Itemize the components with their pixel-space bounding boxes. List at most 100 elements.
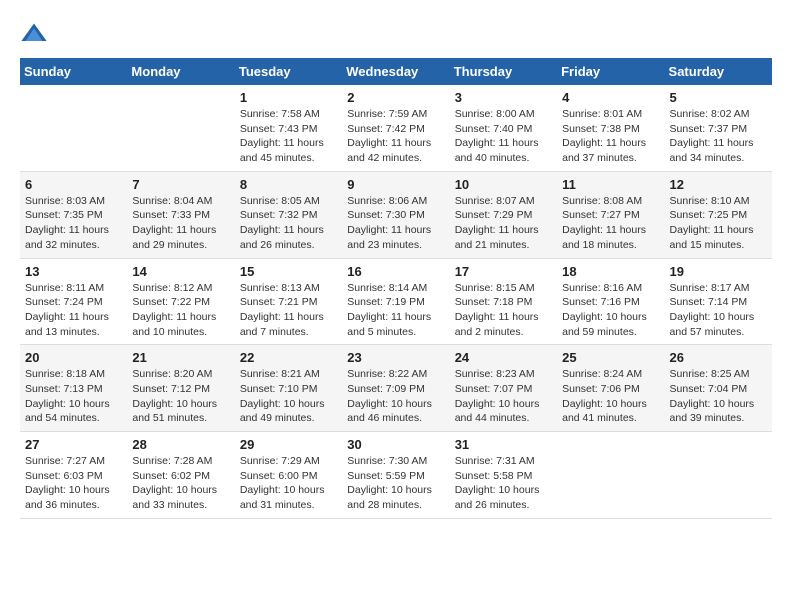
day-info: Sunrise: 8:21 AM Sunset: 7:10 PM Dayligh… [240,367,337,426]
day-info: Sunrise: 8:05 AM Sunset: 7:32 PM Dayligh… [240,194,337,253]
day-info: Sunrise: 8:20 AM Sunset: 7:12 PM Dayligh… [132,367,229,426]
day-info: Sunrise: 8:07 AM Sunset: 7:29 PM Dayligh… [455,194,552,253]
day-number: 18 [562,264,659,279]
day-number: 5 [670,90,767,105]
day-number: 15 [240,264,337,279]
weekday-header: Sunday [20,58,127,85]
weekday-header: Saturday [665,58,772,85]
calendar-cell: 26 Sunrise: 8:25 AM Sunset: 7:04 PM Dayli… [665,345,772,432]
calendar-cell: 21 Sunrise: 8:20 AM Sunset: 7:12 PM Dayli… [127,345,234,432]
calendar-cell: 13 Sunrise: 8:11 AM Sunset: 7:24 PM Dayli… [20,258,127,345]
day-info: Sunrise: 8:16 AM Sunset: 7:16 PM Dayligh… [562,281,659,340]
day-info: Sunrise: 8:00 AM Sunset: 7:40 PM Dayligh… [455,107,552,166]
day-info: Sunrise: 7:29 AM Sunset: 6:00 PM Dayligh… [240,454,337,513]
calendar-table: SundayMondayTuesdayWednesdayThursdayFrid… [20,58,772,519]
day-number: 31 [455,437,552,452]
weekday-header: Friday [557,58,664,85]
day-number: 12 [670,177,767,192]
calendar-week-row: 20 Sunrise: 8:18 AM Sunset: 7:13 PM Dayli… [20,345,772,432]
day-info: Sunrise: 8:03 AM Sunset: 7:35 PM Dayligh… [25,194,122,253]
day-info: Sunrise: 8:25 AM Sunset: 7:04 PM Dayligh… [670,367,767,426]
calendar-cell: 30 Sunrise: 7:30 AM Sunset: 5:59 PM Dayli… [342,432,449,519]
calendar-week-row: 13 Sunrise: 8:11 AM Sunset: 7:24 PM Dayli… [20,258,772,345]
calendar-cell: 17 Sunrise: 8:15 AM Sunset: 7:18 PM Dayli… [450,258,557,345]
calendar-cell: 19 Sunrise: 8:17 AM Sunset: 7:14 PM Dayli… [665,258,772,345]
calendar-cell: 5 Sunrise: 8:02 AM Sunset: 7:37 PM Daylig… [665,85,772,171]
calendar-cell: 1Sunrise: 7:58 AM Sunset: 7:43 PM Daylig… [235,85,342,171]
calendar-cell: 28Sunrise: 7:28 AM Sunset: 6:02 PM Dayli… [127,432,234,519]
day-info: Sunrise: 7:59 AM Sunset: 7:42 PM Dayligh… [347,107,444,166]
day-info: Sunrise: 8:23 AM Sunset: 7:07 PM Dayligh… [455,367,552,426]
day-info: Sunrise: 8:15 AM Sunset: 7:18 PM Dayligh… [455,281,552,340]
day-info: Sunrise: 7:27 AM Sunset: 6:03 PM Dayligh… [25,454,122,513]
day-number: 13 [25,264,122,279]
calendar-cell: 10Sunrise: 8:07 AM Sunset: 7:29 PM Dayli… [450,171,557,258]
day-number: 30 [347,437,444,452]
calendar-cell: 2 Sunrise: 7:59 AM Sunset: 7:42 PM Daylig… [342,85,449,171]
day-number: 29 [240,437,337,452]
calendar-cell: 6 Sunrise: 8:03 AM Sunset: 7:35 PM Daylig… [20,171,127,258]
calendar-cell: 22 Sunrise: 8:21 AM Sunset: 7:10 PM Dayli… [235,345,342,432]
day-number: 3 [455,90,552,105]
calendar-cell [665,432,772,519]
weekday-header: Tuesday [235,58,342,85]
day-info: Sunrise: 8:22 AM Sunset: 7:09 PM Dayligh… [347,367,444,426]
calendar-cell: 11Sunrise: 8:08 AM Sunset: 7:27 PM Dayli… [557,171,664,258]
day-info: Sunrise: 8:11 AM Sunset: 7:24 PM Dayligh… [25,281,122,340]
day-number: 24 [455,350,552,365]
day-number: 19 [670,264,767,279]
calendar-cell: 24 Sunrise: 8:23 AM Sunset: 7:07 PM Dayli… [450,345,557,432]
page-header [20,20,772,48]
calendar-cell: 9 Sunrise: 8:06 AM Sunset: 7:30 PM Daylig… [342,171,449,258]
day-number: 9 [347,177,444,192]
calendar-cell: 27 Sunrise: 7:27 AM Sunset: 6:03 PM Dayli… [20,432,127,519]
day-info: Sunrise: 7:28 AM Sunset: 6:02 PM Dayligh… [132,454,229,513]
day-number: 27 [25,437,122,452]
weekday-header: Monday [127,58,234,85]
calendar-week-row: 6 Sunrise: 8:03 AM Sunset: 7:35 PM Daylig… [20,171,772,258]
calendar-cell [127,85,234,171]
logo [20,20,52,48]
calendar-cell: 12Sunrise: 8:10 AM Sunset: 7:25 PM Dayli… [665,171,772,258]
day-info: Sunrise: 7:31 AM Sunset: 5:58 PM Dayligh… [455,454,552,513]
calendar-cell [557,432,664,519]
day-number: 21 [132,350,229,365]
day-number: 8 [240,177,337,192]
day-number: 20 [25,350,122,365]
calendar-cell: 7Sunrise: 8:04 AM Sunset: 7:33 PM Daylig… [127,171,234,258]
day-number: 17 [455,264,552,279]
day-number: 25 [562,350,659,365]
day-number: 7 [132,177,229,192]
calendar-cell: 20 Sunrise: 8:18 AM Sunset: 7:13 PM Dayli… [20,345,127,432]
day-info: Sunrise: 7:30 AM Sunset: 5:59 PM Dayligh… [347,454,444,513]
day-number: 6 [25,177,122,192]
day-info: Sunrise: 8:12 AM Sunset: 7:22 PM Dayligh… [132,281,229,340]
day-info: Sunrise: 8:14 AM Sunset: 7:19 PM Dayligh… [347,281,444,340]
day-info: Sunrise: 8:24 AM Sunset: 7:06 PM Dayligh… [562,367,659,426]
calendar-cell: 8 Sunrise: 8:05 AM Sunset: 7:32 PM Daylig… [235,171,342,258]
day-info: Sunrise: 8:18 AM Sunset: 7:13 PM Dayligh… [25,367,122,426]
day-info: Sunrise: 8:02 AM Sunset: 7:37 PM Dayligh… [670,107,767,166]
day-number: 2 [347,90,444,105]
day-info: Sunrise: 8:17 AM Sunset: 7:14 PM Dayligh… [670,281,767,340]
day-info: Sunrise: 8:06 AM Sunset: 7:30 PM Dayligh… [347,194,444,253]
day-number: 26 [670,350,767,365]
calendar-cell: 4Sunrise: 8:01 AM Sunset: 7:38 PM Daylig… [557,85,664,171]
day-number: 4 [562,90,659,105]
day-info: Sunrise: 7:58 AM Sunset: 7:43 PM Dayligh… [240,107,337,166]
calendar-cell: 14Sunrise: 8:12 AM Sunset: 7:22 PM Dayli… [127,258,234,345]
weekday-header: Wednesday [342,58,449,85]
calendar-cell [20,85,127,171]
calendar-cell: 3 Sunrise: 8:00 AM Sunset: 7:40 PM Daylig… [450,85,557,171]
calendar-week-row: 1Sunrise: 7:58 AM Sunset: 7:43 PM Daylig… [20,85,772,171]
calendar-cell: 29 Sunrise: 7:29 AM Sunset: 6:00 PM Dayli… [235,432,342,519]
calendar-cell: 31 Sunrise: 7:31 AM Sunset: 5:58 PM Dayli… [450,432,557,519]
day-number: 11 [562,177,659,192]
day-number: 22 [240,350,337,365]
calendar-cell: 25 Sunrise: 8:24 AM Sunset: 7:06 PM Dayli… [557,345,664,432]
calendar-cell: 15 Sunrise: 8:13 AM Sunset: 7:21 PM Dayli… [235,258,342,345]
day-number: 16 [347,264,444,279]
day-info: Sunrise: 8:13 AM Sunset: 7:21 PM Dayligh… [240,281,337,340]
calendar-week-row: 27 Sunrise: 7:27 AM Sunset: 6:03 PM Dayli… [20,432,772,519]
day-number: 23 [347,350,444,365]
